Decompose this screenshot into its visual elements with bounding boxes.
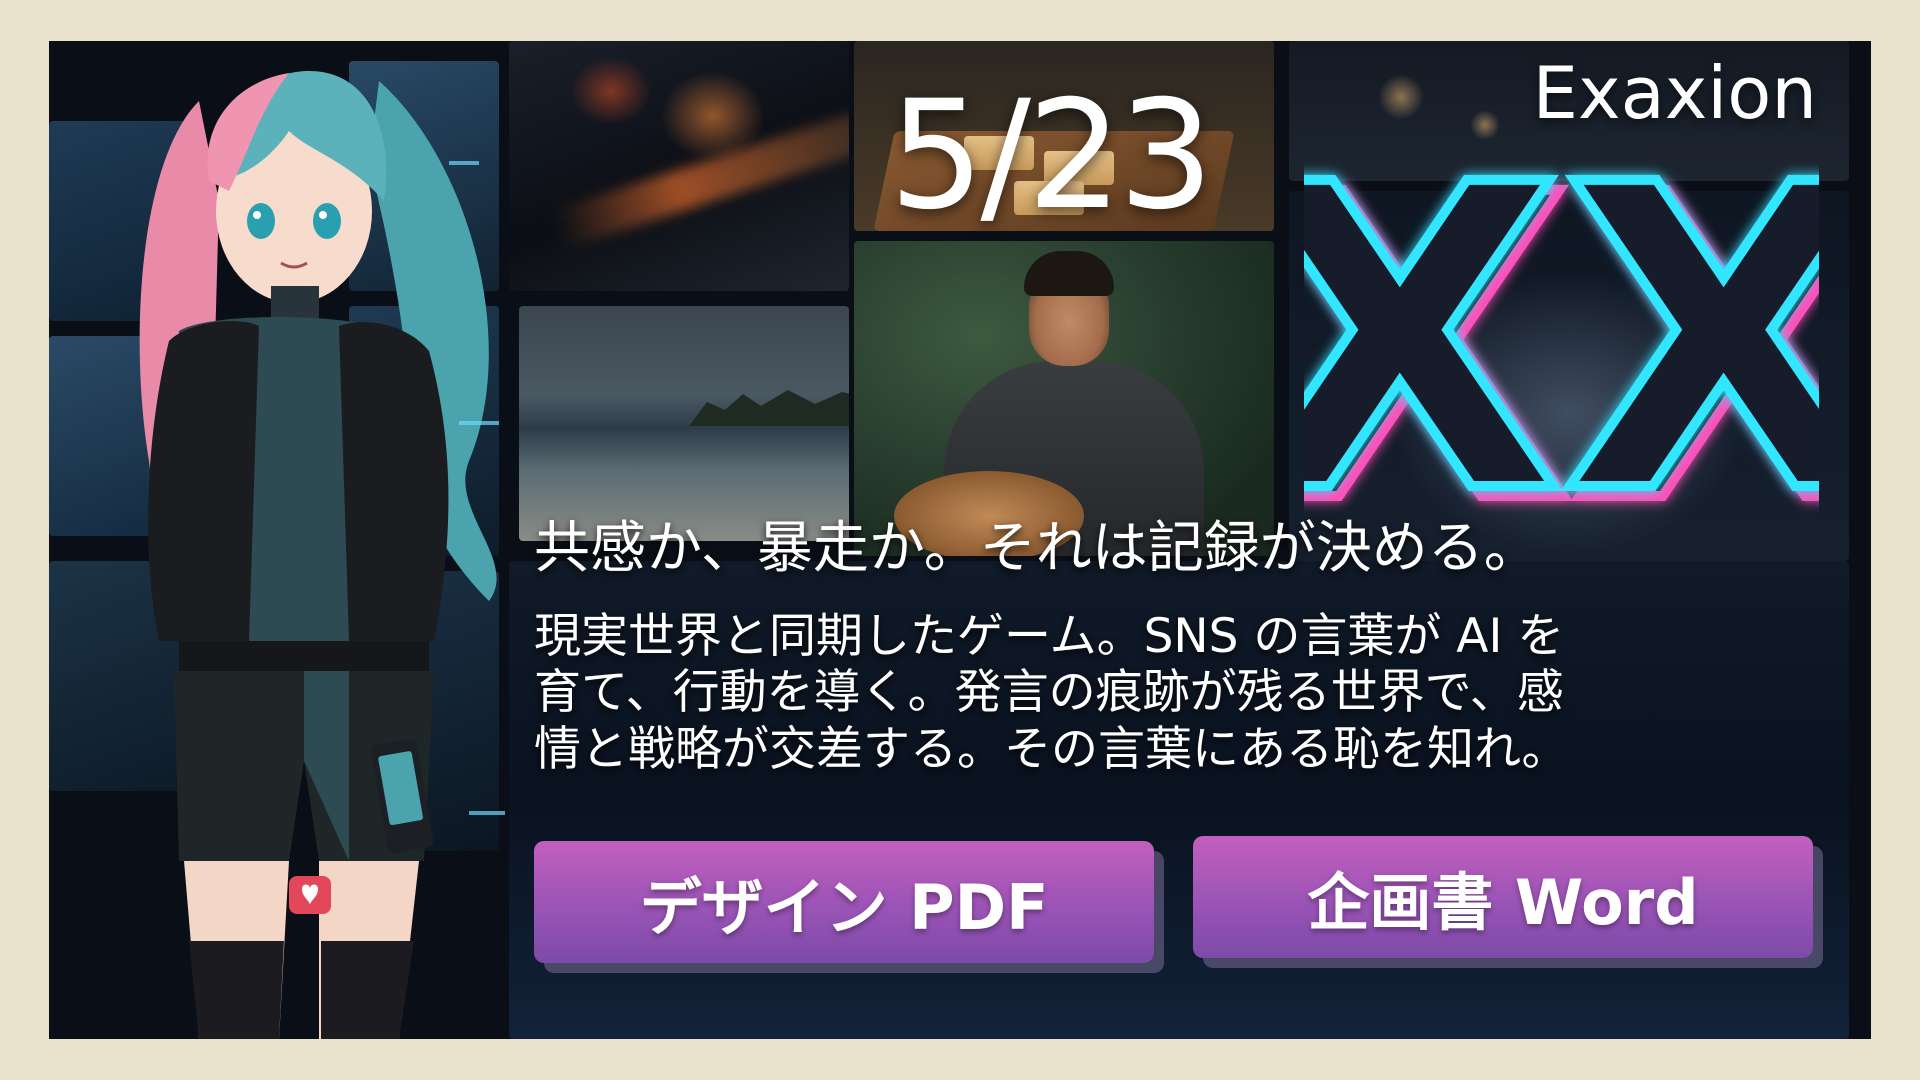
jacket-right	[339, 322, 449, 641]
event-date: 5/23	[889, 69, 1214, 243]
left-eye	[247, 203, 275, 239]
description: 現実世界と同期したゲーム。SNS の言葉が AI を 育て、行動を導く。発言の痕…	[534, 609, 1824, 778]
neon-xx-logo: XX XX	[1304, 146, 1819, 526]
belt	[179, 641, 429, 671]
proposal-word-button[interactable]: 企画書 Word	[1193, 836, 1813, 958]
design-pdf-button-label: デザイン PDF	[639, 871, 1049, 944]
tagline: 共感か、暴走か。それは記録が決める。	[534, 516, 1540, 581]
anime-character-illustration	[139, 71, 505, 1039]
bg-tile-forest-portrait	[854, 241, 1274, 556]
banner: 5/23 Exaxion XX XX 共感か、暴走か。それは記録が決める。 現実…	[49, 41, 1871, 1039]
proposal-word-button-label: 企画書 Word	[1307, 866, 1699, 939]
left-stocking	[189, 941, 284, 1039]
description-line: 情と戦略が交差する。その言葉にある恥を知れ。	[534, 721, 1569, 777]
description-line: 現実世界と同期したゲーム。SNS の言葉が AI を	[534, 609, 1565, 664]
logo-text: XX	[1304, 146, 1819, 526]
description-line: 育て、行動を導く。発言の痕跡が残る世界で、感	[534, 665, 1564, 721]
right-stocking	[321, 941, 414, 1039]
brand-name: Exaxion	[1532, 51, 1817, 135]
right-eye	[313, 203, 341, 239]
design-pdf-button[interactable]: デザイン PDF	[534, 841, 1154, 963]
person-hair	[1024, 251, 1114, 296]
jacket-left	[148, 321, 259, 641]
